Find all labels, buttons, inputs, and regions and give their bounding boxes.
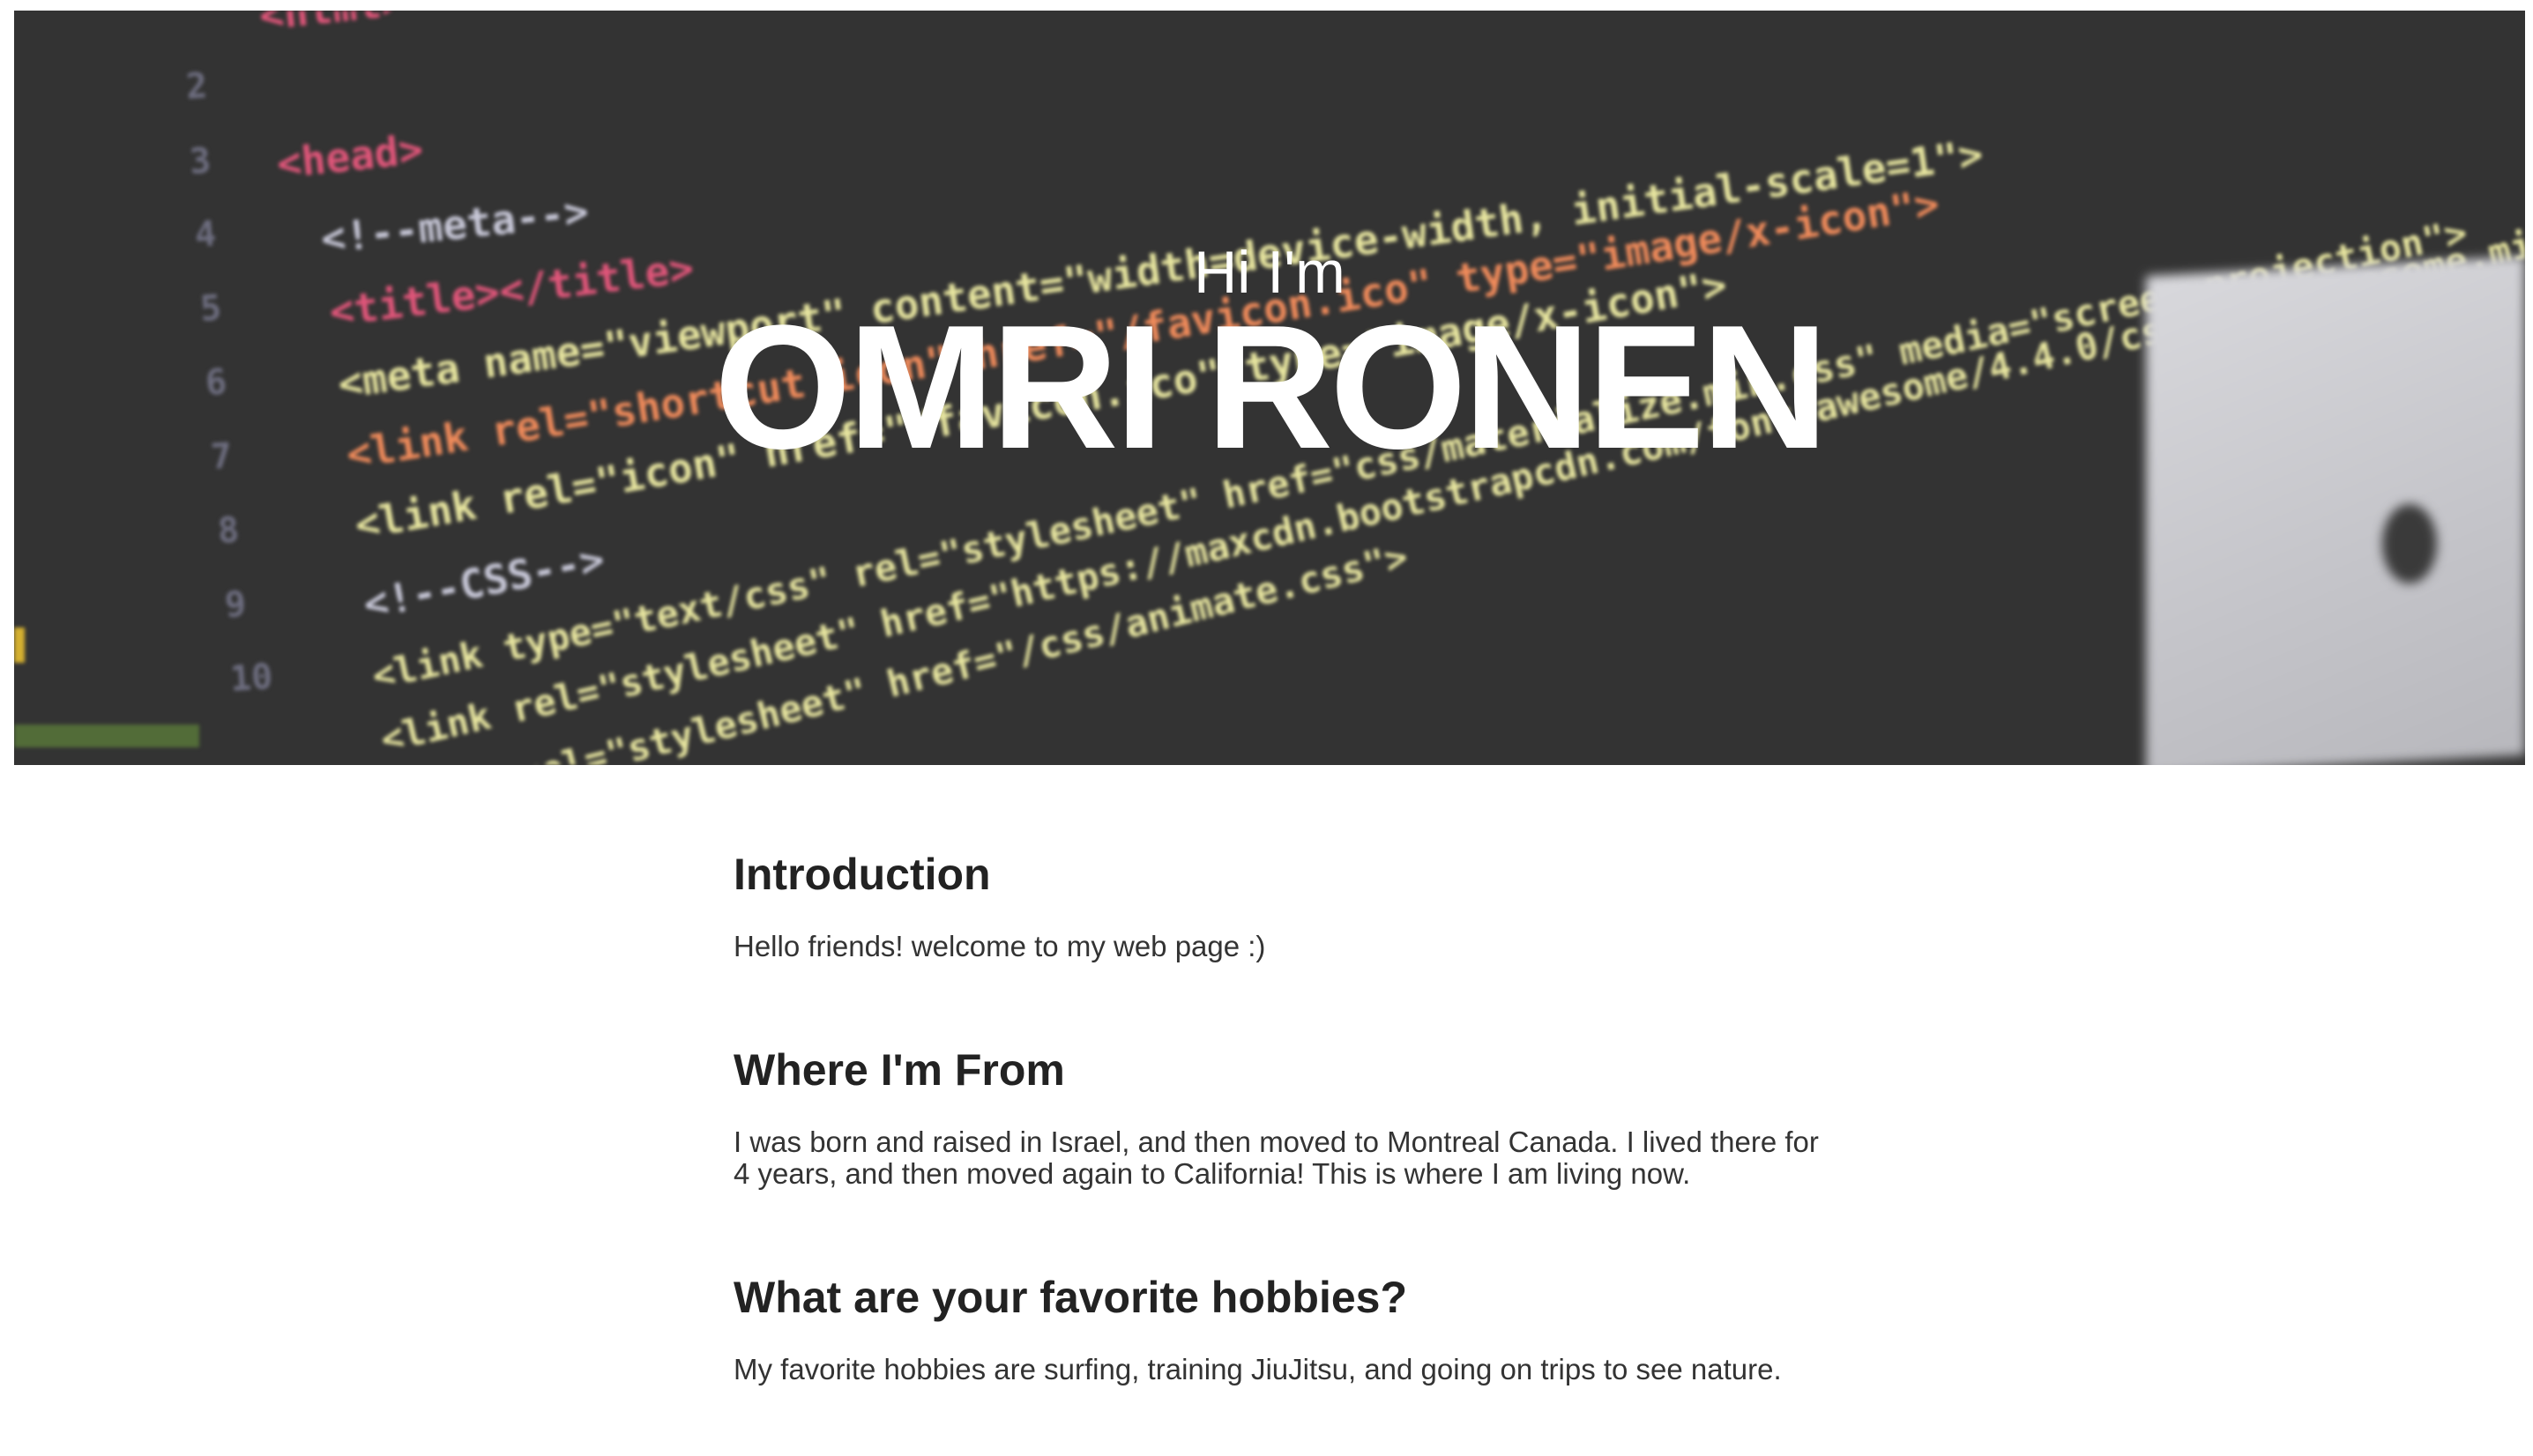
line-number: 2 <box>184 65 208 108</box>
hero-banner: 2 3 4 5 6 7 8 9 10 <html> <head> <!--met… <box>14 11 2525 765</box>
section-body: My favorite hobbies are surfing, trainin… <box>734 1353 1782 1385</box>
section-introduction: Introduction Hello friends! welcome to m… <box>734 837 1827 962</box>
section-title: What are your favorite hobbies? <box>734 1273 1408 1322</box>
hero-heading: Hi I'm OMRI RONEN <box>14 238 2525 476</box>
line-number: 8 <box>216 509 240 552</box>
section-title: Introduction <box>734 850 991 899</box>
section-title: Where I'm From <box>734 1045 1065 1095</box>
section-body: Hello friends! welcome to my web page :) <box>734 930 1266 962</box>
line-number: 9 <box>223 583 247 626</box>
code-line: <html> <box>257 11 408 40</box>
section-where-from: Where I'm From I was born and raised in … <box>734 1033 1827 1190</box>
line-number: 3 <box>188 140 212 182</box>
hero-name: OMRI RONEN <box>714 289 1829 486</box>
laptop-logo-image <box>2382 504 2437 583</box>
main-content: Introduction Hello friends! welcome to m… <box>734 837 1827 1456</box>
section-body: I was born and raised in Israel, and the… <box>734 1125 1819 1190</box>
code-line: <head> <box>275 125 426 188</box>
section-hobbies: What are your favorite hobbies? My favor… <box>734 1260 1827 1385</box>
line-number: 10 <box>228 657 273 700</box>
